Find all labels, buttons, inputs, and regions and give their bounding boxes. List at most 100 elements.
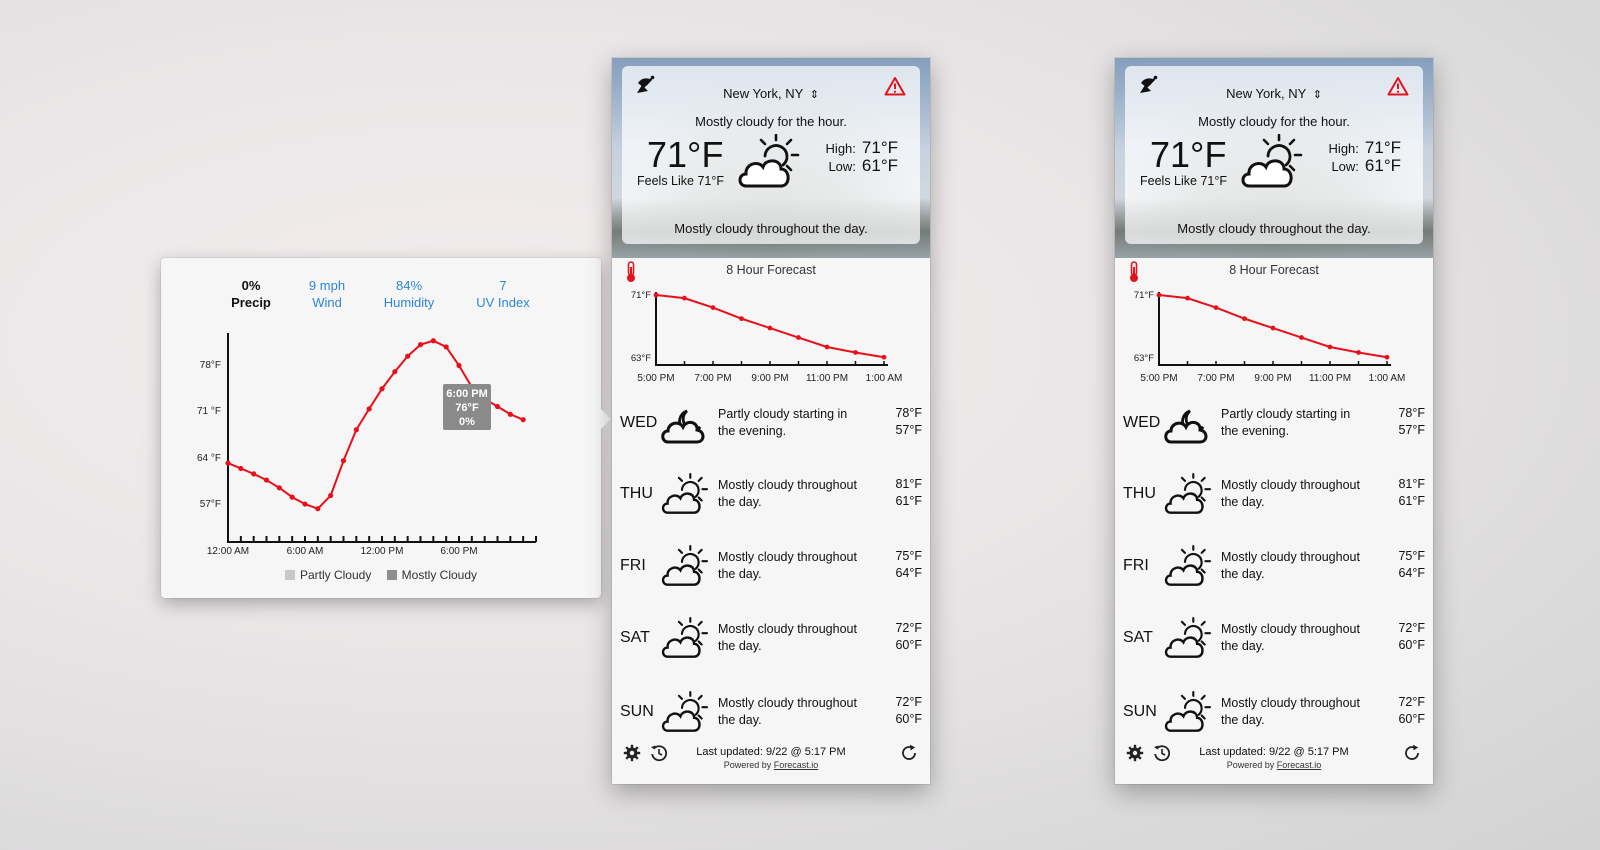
day-description: Mostly cloudy throughout the day. bbox=[718, 478, 857, 509]
data-point[interactable] bbox=[302, 501, 308, 507]
x-tick-label: 1:00 AM bbox=[1369, 373, 1406, 384]
data-point[interactable] bbox=[494, 403, 501, 410]
hourly-detail-popover: 0% Precip 9 mph Wind 84% Humidity 7 UV I… bbox=[161, 258, 611, 598]
forecast-day-row[interactable]: SAT Mostly cloudy throughout the day. 72… bbox=[1115, 615, 1433, 675]
data-point[interactable] bbox=[353, 427, 359, 433]
powered-by: Powered by Forecast.io bbox=[612, 760, 930, 770]
data-point[interactable] bbox=[1327, 344, 1333, 350]
data-point[interactable] bbox=[739, 316, 744, 322]
partly-cloudy-day-icon bbox=[1164, 616, 1212, 658]
forecast-day-row[interactable]: FRI Mostly cloudy throughout the day. 75… bbox=[612, 543, 930, 603]
data-point[interactable] bbox=[276, 485, 282, 491]
y-tick-label: 64 °F bbox=[197, 453, 221, 464]
refresh-icon[interactable] bbox=[1403, 744, 1421, 762]
data-point[interactable] bbox=[1356, 350, 1361, 355]
data-point[interactable] bbox=[520, 417, 526, 423]
data-point[interactable] bbox=[653, 292, 659, 298]
forecast-day-row[interactable]: FRI Mostly cloudy throughout the day. 75… bbox=[1115, 543, 1433, 603]
data-point[interactable] bbox=[1270, 325, 1276, 331]
data-point[interactable] bbox=[430, 338, 436, 344]
legend-item-partly-cloudy: Partly Cloudy bbox=[284, 568, 371, 582]
data-point[interactable] bbox=[379, 386, 385, 392]
data-point[interactable] bbox=[417, 342, 424, 348]
forecast-day-row[interactable]: WED Partly cloudy starting in the evenin… bbox=[612, 400, 930, 460]
data-point[interactable] bbox=[443, 344, 449, 350]
forecast-day-row[interactable]: THU Mostly cloudy throughout the day. 81… bbox=[1115, 471, 1433, 531]
forecast-day-row[interactable]: WED Partly cloudy starting in the evenin… bbox=[1115, 400, 1433, 460]
data-point[interactable] bbox=[1242, 316, 1247, 322]
up-down-chevron-icon: ⇕ bbox=[1312, 89, 1322, 101]
daily-temperature-chart[interactable]: 78°F 71 °F 64 °F 57°F 12:00 AM 6:00 AM 12:00 … bbox=[161, 258, 601, 558]
data-point[interactable] bbox=[1185, 295, 1190, 301]
data-point[interactable] bbox=[263, 477, 270, 483]
data-point[interactable] bbox=[1299, 335, 1304, 340]
partly-cloudy-day-icon bbox=[661, 690, 709, 732]
y-tick-label: 71 °F bbox=[197, 406, 221, 417]
data-point[interactable] bbox=[405, 353, 411, 359]
data-point[interactable] bbox=[289, 494, 295, 500]
x-tick-label: 11:00 PM bbox=[806, 373, 848, 384]
x-tick-label: 7:00 PM bbox=[1197, 373, 1234, 384]
day-description: Mostly cloudy throughout the day. bbox=[1221, 550, 1360, 581]
forecast-title: 8 Hour Forecast bbox=[1229, 263, 1319, 277]
day-high: 78°F bbox=[895, 406, 922, 420]
up-down-chevron-icon: ⇕ bbox=[809, 89, 819, 101]
low-label: Low: bbox=[1331, 159, 1359, 174]
data-point[interactable] bbox=[1213, 305, 1219, 310]
day-low: 60°F bbox=[895, 712, 922, 726]
location-selector[interactable]: New York, NY ⇕ bbox=[1125, 86, 1423, 101]
alert-warning-icon[interactable] bbox=[884, 76, 906, 96]
data-point[interactable] bbox=[225, 460, 231, 466]
data-point[interactable] bbox=[507, 411, 513, 417]
data-point[interactable] bbox=[1384, 354, 1390, 360]
x-tick-label: 6:00 PM bbox=[440, 546, 477, 557]
forecast-io-link[interactable]: Forecast.io bbox=[774, 760, 819, 770]
hourly-temperature-chart[interactable]: 71°F 63°F 5:00 PM 7:00 PM 9:00 PM 11:00 PM 1:… bbox=[612, 280, 930, 392]
x-tick-label: 11:00 PM bbox=[1309, 373, 1351, 384]
day-low: 61°F bbox=[1398, 494, 1425, 508]
forecast-io-link[interactable]: Forecast.io bbox=[1277, 760, 1322, 770]
data-point[interactable] bbox=[392, 369, 398, 375]
forecast-day-row[interactable]: THU Mostly cloudy throughout the day. 81… bbox=[612, 471, 930, 531]
refresh-icon[interactable] bbox=[900, 744, 918, 762]
legend-label: Mostly Cloudy bbox=[401, 568, 478, 582]
data-point[interactable] bbox=[1156, 292, 1162, 298]
forecast-day-row[interactable]: SUN Mostly cloudy throughout the day. 72… bbox=[1115, 689, 1433, 749]
alert-warning-icon[interactable] bbox=[1387, 76, 1409, 96]
data-point[interactable] bbox=[824, 344, 830, 350]
y-tick-label: 57°F bbox=[200, 499, 221, 510]
x-tick-label: 12:00 PM bbox=[361, 546, 404, 557]
data-point[interactable] bbox=[767, 325, 773, 331]
data-point[interactable] bbox=[340, 458, 347, 464]
forecast-day-row[interactable]: SAT Mostly cloudy throughout the day. 72… bbox=[612, 615, 930, 675]
data-point[interactable] bbox=[710, 305, 716, 310]
data-point[interactable] bbox=[456, 362, 462, 369]
data-point[interactable] bbox=[238, 465, 244, 472]
data-point[interactable] bbox=[328, 492, 334, 499]
partly-cloudy-day-icon bbox=[1164, 544, 1212, 586]
day-low: 57°F bbox=[895, 423, 922, 437]
day-low: 64°F bbox=[1398, 566, 1425, 580]
data-point[interactable] bbox=[366, 406, 372, 412]
low-temperature: Low: 61°F bbox=[808, 156, 898, 176]
day-name: SUN bbox=[620, 703, 654, 720]
forecast-day-row[interactable]: SUN Mostly cloudy throughout the day. 72… bbox=[612, 689, 930, 749]
data-point[interactable] bbox=[251, 471, 257, 477]
partly-cloudy-day-icon bbox=[661, 616, 709, 658]
data-point[interactable] bbox=[682, 295, 687, 301]
day-low: 60°F bbox=[895, 638, 922, 652]
data-point[interactable] bbox=[881, 354, 887, 360]
location-selector[interactable]: New York, NY ⇕ bbox=[622, 86, 920, 101]
day-high: 72°F bbox=[895, 695, 922, 709]
hourly-temperature-chart[interactable]: 71°F 63°F 5:00 PM 7:00 PM 9:00 PM 11:00 PM 1:… bbox=[1115, 280, 1433, 392]
data-point[interactable] bbox=[853, 350, 858, 355]
day-high: 81°F bbox=[1398, 477, 1425, 491]
high-value: 71°F bbox=[1364, 138, 1401, 157]
y-tick-label: 63°F bbox=[631, 353, 651, 364]
low-value: 61°F bbox=[861, 156, 898, 175]
data-point[interactable] bbox=[315, 506, 321, 512]
low-value: 61°F bbox=[1364, 156, 1401, 175]
data-point[interactable] bbox=[796, 335, 801, 340]
powered-by: Powered by Forecast.io bbox=[1115, 760, 1433, 770]
day-summary: Mostly cloudy throughout the day. bbox=[1177, 221, 1371, 236]
